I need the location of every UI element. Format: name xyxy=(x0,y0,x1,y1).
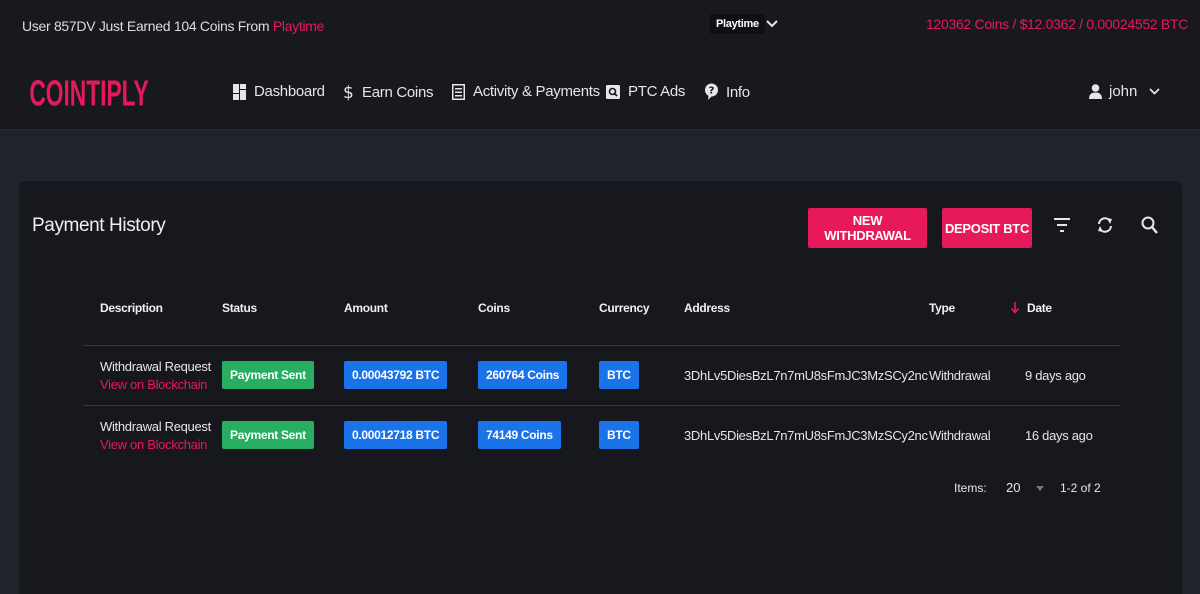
search-icon[interactable] xyxy=(1141,216,1158,234)
column-header[interactable]: Address xyxy=(684,281,929,345)
table-row: Withdrawal Request View on Blockchain Pa… xyxy=(83,405,1120,465)
list-icon xyxy=(452,83,465,100)
ticker-text: User 857DV Just Earned 104 Coins From xyxy=(22,18,273,34)
dollar-icon: $ xyxy=(343,83,354,101)
page-title: Payment History xyxy=(32,215,166,236)
nav-dashboard[interactable]: Dashboard xyxy=(233,83,325,100)
coins-badge: 74149 Coins xyxy=(478,421,561,450)
status-badge: Payment Sent xyxy=(222,421,314,450)
nav-dashboard-label: Dashboard xyxy=(254,83,325,100)
column-header[interactable]: Currency xyxy=(599,281,684,345)
currency-badge: BTC xyxy=(599,421,639,450)
items-per-page-select[interactable]: 20 xyxy=(1006,480,1045,495)
view-on-blockchain-link[interactable]: View on Blockchain xyxy=(100,437,222,452)
date-cell: 16 days ago xyxy=(1025,427,1093,443)
nav-ptc-ads[interactable]: PTC Ads xyxy=(606,83,685,100)
type-cell: Withdrawal xyxy=(929,367,991,383)
caret-down-icon xyxy=(1036,486,1045,491)
balance-display: 120362 Coins / $12.0362 / 0.00024552 BTC xyxy=(926,16,1188,32)
nav-info[interactable]: ? Info xyxy=(705,83,750,101)
earnings-ticker: User 857DV Just Earned 104 Coins From Pl… xyxy=(22,18,324,34)
amount-badge: 0.00043792 BTC xyxy=(344,361,448,389)
main-nav: COINTIPLY Dashboard $ Earn Coins Activit… xyxy=(0,52,1200,130)
items-per-page-value: 20 xyxy=(1006,480,1021,495)
chevron-down-icon xyxy=(1149,88,1160,95)
table-header-row: Description Status Amount Coins Currency… xyxy=(83,281,1120,345)
ticker-bar: User 857DV Just Earned 104 Coins From Pl… xyxy=(0,0,1200,52)
items-per-page-label: Items: xyxy=(954,481,987,495)
pagination-range: 1-2 of 2 xyxy=(1060,481,1101,495)
ticker-source: Playtime xyxy=(272,18,325,34)
ticker-source-select[interactable]: Playtime xyxy=(710,14,778,34)
column-header[interactable]: Status xyxy=(222,281,344,345)
nav-info-label: Info xyxy=(726,83,750,101)
address-cell: 3DhLv5DiesBzL7n7mU8sFmJC3MzSCy2nc xyxy=(684,367,928,383)
filter-icon[interactable] xyxy=(1054,218,1070,232)
payment-history-table: Description Status Amount Coins Currency… xyxy=(83,281,1120,465)
payment-history-card: Payment History NEW WITHDRAWAL DEPOSIT B… xyxy=(19,181,1182,594)
description-cell: Withdrawal Request View on Blockchain xyxy=(83,345,222,405)
coins-badge: 260764 Coins xyxy=(478,361,568,389)
logo-text: COINTIPLY xyxy=(29,74,148,110)
view-on-blockchain-link[interactable]: View on Blockchain xyxy=(100,377,222,392)
svg-text:?: ? xyxy=(709,86,715,97)
column-header[interactable]: Coins xyxy=(478,281,599,345)
column-header[interactable]: Amount xyxy=(344,281,478,345)
cointiply-logo[interactable]: COINTIPLY xyxy=(26,74,152,110)
refresh-icon[interactable] xyxy=(1096,216,1114,234)
date-column-header[interactable]: Date xyxy=(1011,281,1120,345)
date-cell: 9 days ago xyxy=(1025,367,1086,383)
amount-badge: 0.00012718 BTC xyxy=(344,421,448,450)
user-menu[interactable]: john xyxy=(1089,83,1167,100)
svg-text:$: $ xyxy=(343,83,354,101)
new-withdrawal-button[interactable]: NEW WITHDRAWAL xyxy=(808,208,927,248)
ptc-icon xyxy=(606,84,620,99)
nav-earn-coins[interactable]: $ Earn Coins xyxy=(343,83,434,101)
nav-ptc-label: PTC Ads xyxy=(628,83,686,100)
column-header[interactable]: Description xyxy=(83,281,222,345)
nav-earn-coins-label: Earn Coins xyxy=(362,83,434,101)
ticker-select-value: Playtime xyxy=(710,14,765,34)
nav-activity-payments[interactable]: Activity & Payments xyxy=(452,83,600,100)
deposit-btc-button[interactable]: DEPOSIT BTC xyxy=(942,208,1032,248)
description-text: Withdrawal Request xyxy=(100,418,211,434)
status-badge: Payment Sent xyxy=(222,361,314,389)
table-row: Withdrawal Request View on Blockchain Pa… xyxy=(83,345,1120,405)
sort-arrow-down-icon xyxy=(1011,302,1019,314)
description-text: Withdrawal Request xyxy=(100,358,211,374)
description-cell: Withdrawal Request View on Blockchain xyxy=(83,405,222,465)
info-icon: ? xyxy=(705,83,718,100)
address-cell: 3DhLv5DiesBzL7n7mU8sFmJC3MzSCy2nc xyxy=(684,427,928,443)
nav-activity-label: Activity & Payments xyxy=(473,83,600,100)
user-icon xyxy=(1089,84,1102,99)
username: john xyxy=(1109,83,1138,100)
type-cell: Withdrawal xyxy=(929,427,991,443)
dashboard-icon xyxy=(233,83,246,100)
chevron-down-icon xyxy=(766,20,778,28)
column-header-label: Date xyxy=(1027,301,1052,315)
currency-badge: BTC xyxy=(599,361,639,389)
